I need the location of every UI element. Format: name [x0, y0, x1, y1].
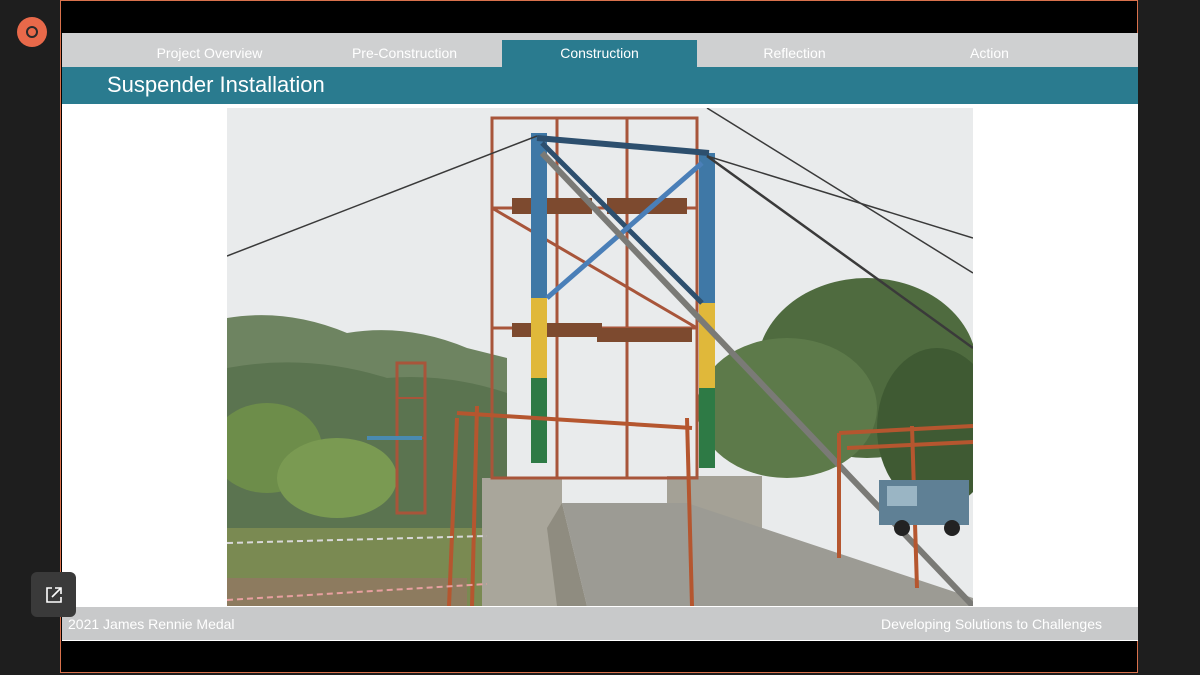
tab-reflection[interactable]: Reflection [697, 33, 892, 67]
tab-pre-construction[interactable]: Pre-Construction [307, 33, 502, 67]
footer-right-text: Developing Solutions to Challenges [880, 616, 1102, 632]
presentation-slide: Project Overview Pre-Construction Constr… [62, 33, 1138, 641]
popout-button[interactable] [31, 572, 76, 617]
record-indicator-button[interactable] [17, 17, 47, 47]
slide-nav-bar: Project Overview Pre-Construction Constr… [62, 33, 1138, 74]
tab-action[interactable]: Action [892, 33, 1087, 67]
record-icon [26, 26, 38, 38]
slide-title: Suspender Installation [107, 72, 325, 97]
slide-footer: 2021 James Rennie Medal Developing Solut… [62, 607, 1138, 640]
external-link-icon [45, 586, 62, 603]
slide-title-bar: Suspender Installation [62, 67, 1138, 104]
footer-left-text: 2021 James Rennie Medal [68, 616, 235, 632]
tab-project-overview[interactable]: Project Overview [112, 33, 307, 67]
bridge-photo [227, 108, 973, 606]
